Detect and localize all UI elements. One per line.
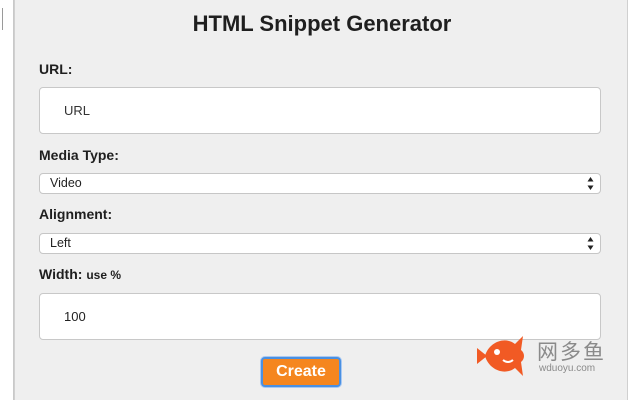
alignment-label: Alignment: (39, 206, 113, 222)
media-type-label: Media Type: (39, 147, 119, 163)
url-input[interactable] (39, 87, 601, 134)
width-label: Width: use % (39, 266, 121, 282)
alignment-selected: Left (50, 236, 71, 250)
watermark-name: 网多鱼 (537, 340, 606, 364)
watermark: 网多鱼 wduoyu.com (475, 330, 635, 382)
page-title: HTML Snippet Generator (192, 11, 452, 36)
fish-logo-icon (477, 336, 524, 376)
media-type-selected: Video (50, 176, 82, 190)
select-arrows-icon (587, 237, 594, 250)
width-hint: use % (86, 268, 121, 282)
url-label: URL: (39, 61, 73, 77)
watermark-domain: wduoyu.com (539, 363, 596, 374)
select-arrows-icon (587, 177, 594, 190)
popup-panel: HTML Snippet Generator URL: Media Type: … (14, 0, 628, 400)
media-type-select[interactable]: Video (39, 173, 601, 194)
width-label-text: Width: (39, 266, 83, 282)
create-button[interactable]: Create (261, 357, 341, 387)
background-window-edge (0, 0, 14, 400)
background-window-divider (2, 8, 8, 30)
alignment-select[interactable]: Left (39, 233, 601, 254)
